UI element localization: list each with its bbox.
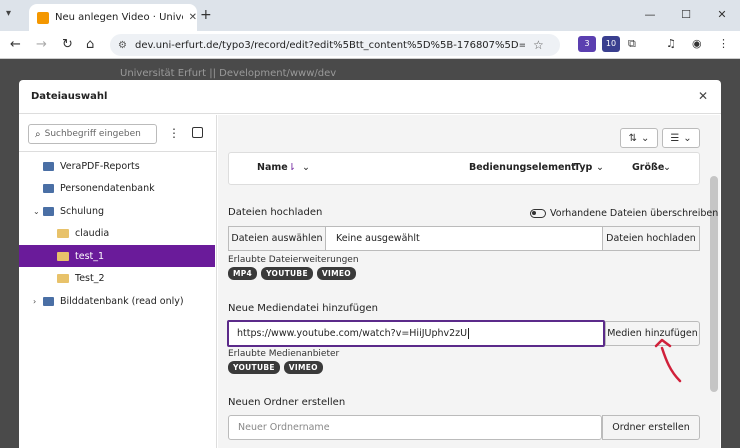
- choose-files-button[interactable]: Dateien auswählen: [228, 226, 326, 251]
- allowed-providers-label: Erlaubte Medienanbieter: [228, 349, 340, 359]
- column-type[interactable]: Typ: [574, 162, 592, 173]
- overwrite-toggle[interactable]: [530, 209, 546, 218]
- tree-item-label: Test_2: [75, 273, 105, 284]
- tree-item[interactable]: test_1: [19, 245, 215, 267]
- list-view-icon: ☰: [670, 132, 680, 144]
- modal-header: Dateiauswahl: [19, 80, 721, 114]
- new-folder-placeholder: Neuer Ordnername: [238, 422, 330, 433]
- upload-heading: Dateien hochladen: [228, 207, 323, 218]
- address-bar[interactable]: ⚙ dev.uni-erfurt.de/typo3/record/edit?ed…: [110, 34, 560, 56]
- chevron-down-icon: ⌄: [641, 132, 650, 144]
- profile-icon[interactable]: ◉: [692, 37, 702, 50]
- typo3-favicon-icon: [37, 11, 49, 24]
- sort-dropdown-button[interactable]: ⇅ ⌄: [620, 128, 658, 148]
- window-controls: — ☐ ✕: [632, 0, 740, 31]
- text-cursor: [468, 328, 470, 339]
- site-info-icon[interactable]: ⚙: [118, 40, 127, 51]
- allowed-extensions-label: Erlaubte Dateierweiterungen: [228, 255, 359, 265]
- minimize-icon[interactable]: —: [632, 0, 668, 31]
- overwrite-label: Vorhandene Dateien überschreiben: [550, 208, 719, 219]
- view-mode-dropdown-button[interactable]: ☰ ⌄: [662, 128, 700, 148]
- tree-item[interactable]: claudia: [19, 223, 215, 245]
- tree-item-label: claudia: [75, 228, 110, 239]
- column-name[interactable]: Name: [257, 162, 288, 173]
- search-icon: ⌕: [35, 128, 41, 140]
- red-annotation-arrow-icon: [654, 338, 682, 383]
- chevron-down-icon[interactable]: ⌄: [663, 162, 671, 173]
- create-folder-button[interactable]: Ordner erstellen: [602, 415, 700, 440]
- search-placeholder: Suchbegriff eingeben: [44, 129, 141, 139]
- modal-close-icon[interactable]: ✕: [698, 89, 708, 103]
- home-icon[interactable]: ⌂: [86, 37, 94, 52]
- new-folder-input[interactable]: Neuer Ordnername: [228, 415, 602, 440]
- tree-item-label: Schulung: [60, 205, 105, 217]
- close-window-icon[interactable]: ✕: [704, 0, 740, 31]
- storage-icon: [43, 206, 54, 216]
- tree-divider: [19, 151, 217, 152]
- extension-badge: VIMEO: [283, 361, 323, 374]
- sort-icon: ⇅: [628, 132, 637, 144]
- browser-tab[interactable]: Neu anlegen Video · Universitä ✕: [29, 4, 197, 31]
- tree-item[interactable]: Test_2: [19, 268, 215, 290]
- allowed-extensions-badges: MP4 YOUTUBE VIMEO: [228, 267, 356, 280]
- media-url-input[interactable]: https://www.youtube.com/watch?v=HiiJUphv…: [227, 320, 605, 347]
- tab-close-icon[interactable]: ✕: [189, 12, 197, 23]
- extension-badge: YOUTUBE: [261, 267, 313, 280]
- new-folder-heading: Neuen Ordner erstellen: [228, 397, 346, 408]
- extension-badge: VIMEO: [316, 267, 356, 280]
- browser-menu-icon[interactable]: ⋮: [718, 37, 729, 50]
- backdrop-breadcrumb: Universität Erfurt || Development/www/de…: [120, 68, 337, 79]
- chevron-down-icon[interactable]: ⌄: [596, 162, 604, 173]
- tab-title: Neu anlegen Video · Universitä: [55, 12, 183, 23]
- tree-item-label: Personendatenbank: [60, 183, 155, 194]
- forward-icon[interactable]: →: [36, 37, 47, 52]
- extension-calendar-icon[interactable]: 10: [602, 36, 620, 52]
- tab-search-icon[interactable]: ▾: [6, 8, 11, 19]
- no-file-selected-text: Keine ausgewählt: [336, 233, 420, 244]
- column-control: Bedienungselement: [469, 162, 576, 173]
- extensions-puzzle-icon[interactable]: ⧉: [628, 37, 636, 51]
- file-table-header: [228, 152, 700, 185]
- tree-search-input[interactable]: ⌕ Suchbegriff eingeben: [28, 124, 157, 144]
- column-size[interactable]: Größe: [632, 162, 664, 173]
- back-icon[interactable]: ←: [10, 37, 21, 52]
- chevron-down-icon[interactable]: ⌄: [33, 207, 43, 216]
- extension-badge: MP4: [228, 267, 258, 280]
- extension-badge: YOUTUBE: [228, 361, 280, 374]
- storage-icon: [43, 296, 54, 306]
- tree-item[interactable]: › Bilddatenbank (read only): [19, 290, 215, 312]
- tree-item-label: test_1: [75, 250, 105, 262]
- media-heading: Neue Mediendatei hinzufügen: [228, 303, 378, 314]
- modal-title: Dateiauswahl: [31, 91, 108, 102]
- collapse-tree-icon[interactable]: [192, 127, 203, 138]
- folder-icon: [57, 251, 69, 261]
- folder-icon: [57, 229, 69, 238]
- chevron-right-icon[interactable]: ›: [33, 297, 43, 306]
- sort-ascending-icon[interactable]: ⇂: [288, 162, 296, 173]
- tree-item-label: VeraPDF-Reports: [60, 160, 140, 172]
- tree-item-label: Bilddatenbank (read only): [60, 295, 184, 307]
- bookmark-star-icon[interactable]: ☆: [533, 38, 544, 52]
- tree-item[interactable]: VeraPDF-Reports: [19, 155, 215, 177]
- reload-icon[interactable]: ↻: [62, 37, 73, 52]
- tree-actions-menu-icon[interactable]: ⋮: [168, 126, 180, 140]
- chevron-down-icon[interactable]: ⌄: [302, 162, 310, 173]
- tree-item[interactable]: Personendatenbank: [19, 178, 215, 200]
- chevron-down-icon: ⌄: [683, 132, 692, 144]
- upload-files-button[interactable]: Dateien hochladen: [602, 226, 700, 251]
- url-text: dev.uni-erfurt.de/typo3/record/edit?edit…: [134, 39, 525, 51]
- media-controls-icon[interactable]: ♫: [666, 37, 676, 50]
- storage-icon: [43, 161, 54, 171]
- maximize-icon[interactable]: ☐: [668, 0, 704, 31]
- allowed-providers-badges: YOUTUBE VIMEO: [228, 361, 323, 374]
- tree-item[interactable]: ⌄ Schulung: [19, 200, 215, 222]
- storage-icon: [43, 184, 54, 193]
- new-tab-button[interactable]: +: [200, 7, 212, 23]
- extension-badge-icon[interactable]: 3: [578, 36, 596, 52]
- media-url-value: https://www.youtube.com/watch?v=HiiJUphv…: [237, 328, 468, 339]
- folder-icon: [57, 274, 69, 283]
